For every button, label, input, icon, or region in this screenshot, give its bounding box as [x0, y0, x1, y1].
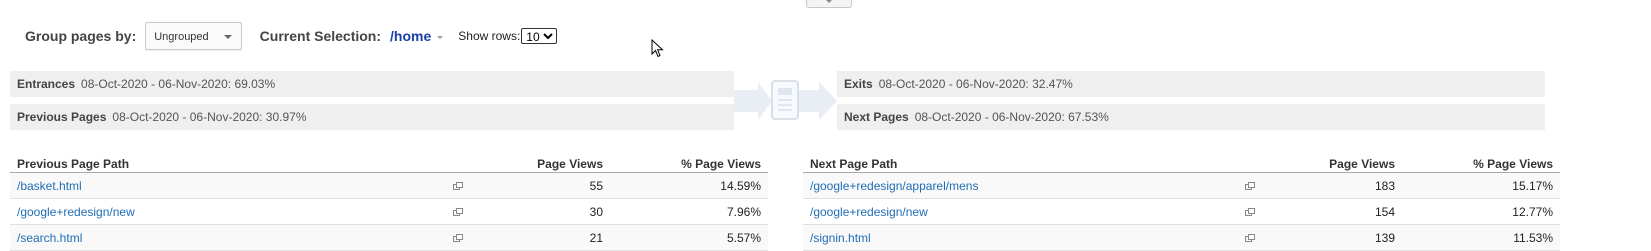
table-row: /google+redesign/apparel/mens 183 15.17% [803, 172, 1560, 199]
pct-page-views-cell: 7.96% [610, 198, 768, 225]
pct-page-views-cell: 15.17% [1402, 172, 1560, 199]
table-row: /google+redesign/new 154 12.77% [803, 198, 1560, 225]
table-row: /search.html 21 5.57% [10, 224, 768, 251]
exits-label: Exits [844, 77, 873, 91]
pct-page-views-header[interactable]: % Page Views [610, 152, 768, 173]
current-selection-label: Current Selection: [259, 28, 382, 44]
page-views-cell: 55 [470, 172, 610, 199]
controls-bar: Group pages by: Ungrouped Current Select… [0, 22, 1651, 50]
path-link[interactable]: /google+redesign/new [810, 205, 928, 219]
path-cell: /google+redesign/new [803, 198, 1262, 225]
page-views-cell: 139 [1262, 224, 1402, 251]
chevron-down-icon[interactable] [437, 35, 444, 39]
pct-page-views-cell: 11.53% [1402, 224, 1560, 251]
table-row: /google+redesign/new 30 7.96% [10, 198, 768, 225]
exits-value: 08-Oct-2020 - 06-Nov-2020: 32.47% [878, 77, 1073, 91]
open-external-icon[interactable] [1245, 231, 1255, 245]
table-header-row: Next Page Path Page Views % Page Views [803, 152, 1560, 173]
open-external-icon[interactable] [1245, 179, 1255, 193]
pct-page-views-cell: 14.59% [610, 172, 768, 199]
path-cell: /search.html [10, 224, 470, 251]
next-page-path-header[interactable]: Next Page Path [803, 152, 1262, 173]
next-pages-table: Next Page Path Page Views % Page Views /… [803, 152, 1560, 251]
show-rows-label: Show rows: [458, 29, 521, 43]
previous-page-path-header[interactable]: Previous Page Path [10, 152, 470, 173]
show-rows-select[interactable]: 10 [521, 28, 558, 44]
path-cell: /google+redesign/new [10, 198, 470, 225]
entrances-label: Entrances [17, 77, 76, 91]
path-link[interactable]: /google+redesign/new [17, 205, 135, 219]
path-link[interactable]: /search.html [17, 231, 82, 245]
next-pages-value: 08-Oct-2020 - 06-Nov-2020: 67.53% [914, 110, 1109, 124]
group-pages-label: Group pages by: [25, 28, 137, 44]
open-external-icon[interactable] [453, 179, 463, 193]
previous-pages-bar: Previous Pages 08-Oct-2020 - 06-Nov-2020:… [10, 104, 734, 130]
chevron-down-icon [223, 35, 232, 39]
page-views-cell: 154 [1262, 198, 1402, 225]
path-cell: /signin.html [803, 224, 1262, 251]
exits-bar: Exits 08-Oct-2020 - 06-Nov-2020: 32.47% [837, 71, 1545, 97]
entrances-bar: Entrances 08-Oct-2020 - 06-Nov-2020: 69.0… [10, 71, 734, 97]
previous-pages-table: Previous Page Path Page Views % Page Vie… [10, 152, 768, 251]
previous-pages-value: 08-Oct-2020 - 06-Nov-2020: 30.97% [112, 110, 307, 124]
open-external-icon[interactable] [1245, 205, 1255, 219]
page-flow-icon [734, 80, 837, 120]
next-pages-bar: Next Pages 08-Oct-2020 - 06-Nov-2020: 67.… [837, 104, 1545, 130]
path-link[interactable]: /google+redesign/apparel/mens [810, 179, 978, 193]
pct-page-views-cell: 12.77% [1402, 198, 1560, 225]
next-pages-label: Next Pages [844, 110, 909, 124]
path-link[interactable]: /basket.html [17, 179, 82, 193]
collapse-tab[interactable] [806, 0, 852, 8]
open-external-icon[interactable] [453, 231, 463, 245]
open-external-icon[interactable] [453, 205, 463, 219]
table-row: /basket.html 55 14.59% [10, 172, 768, 199]
mouse-cursor-icon [651, 39, 664, 58]
group-pages-dropdown[interactable]: Ungrouped [145, 22, 242, 50]
previous-pages-label: Previous Pages [17, 110, 107, 124]
chevron-down-icon [825, 0, 833, 3]
pct-page-views-cell: 5.57% [610, 224, 768, 251]
page-views-header[interactable]: Page Views [1262, 152, 1402, 173]
path-link[interactable]: /signin.html [810, 231, 871, 245]
path-cell: /google+redesign/apparel/mens [803, 172, 1262, 199]
table-header-row: Previous Page Path Page Views % Page Vie… [10, 152, 768, 173]
page-views-cell: 183 [1262, 172, 1402, 199]
page-views-cell: 21 [470, 224, 610, 251]
entrances-value: 08-Oct-2020 - 06-Nov-2020: 69.03% [81, 77, 276, 91]
table-row: /signin.html 139 11.53% [803, 224, 1560, 251]
pct-page-views-header[interactable]: % Page Views [1402, 152, 1560, 173]
page-views-cell: 30 [470, 198, 610, 225]
page-views-header[interactable]: Page Views [470, 152, 610, 173]
current-selection-value[interactable]: /home [390, 28, 431, 44]
group-pages-value: Ungrouped [154, 31, 209, 43]
path-cell: /basket.html [10, 172, 470, 199]
